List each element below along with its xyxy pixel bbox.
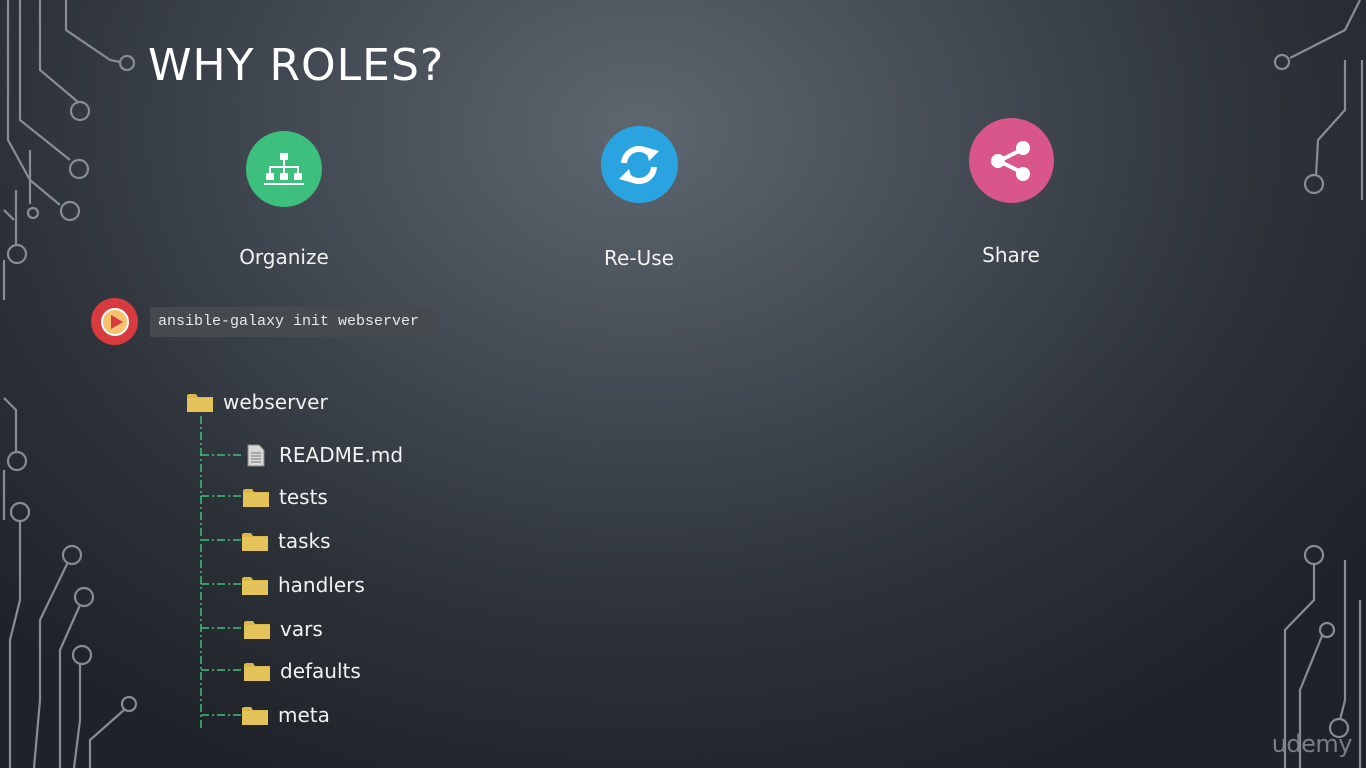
folder-icon (244, 663, 270, 681)
tree-item-readme: README.md (247, 443, 403, 467)
folder-icon (243, 489, 269, 507)
tree-item-label: handlers (278, 573, 365, 597)
tree-root-label: webserver (223, 390, 328, 414)
tree-item-label: README.md (279, 443, 404, 467)
folder-icon (242, 707, 268, 725)
folder-icon (242, 577, 268, 595)
tree-item-tasks: tasks (242, 529, 331, 553)
tree-item-vars: vars (244, 617, 323, 641)
udemy-watermark: udemy (1271, 730, 1353, 758)
tree-root: webserver (187, 390, 328, 414)
folder-icon (244, 621, 270, 639)
tree-item-label: defaults (280, 659, 361, 683)
file-icon (247, 444, 265, 466)
tree-item-label: vars (280, 617, 323, 641)
folder-icon (187, 394, 213, 412)
tree-item-label: tasks (278, 529, 331, 553)
tree-lines (200, 416, 243, 728)
tree-item-defaults: defaults (244, 659, 361, 683)
tree-item-tests: tests (243, 485, 328, 509)
tree-item-handlers: handlers (242, 573, 365, 597)
tree-item-label: meta (278, 703, 330, 727)
folder-icon (242, 533, 268, 551)
tree-item-label: tests (279, 485, 328, 509)
tree-item-meta: meta (242, 703, 330, 727)
